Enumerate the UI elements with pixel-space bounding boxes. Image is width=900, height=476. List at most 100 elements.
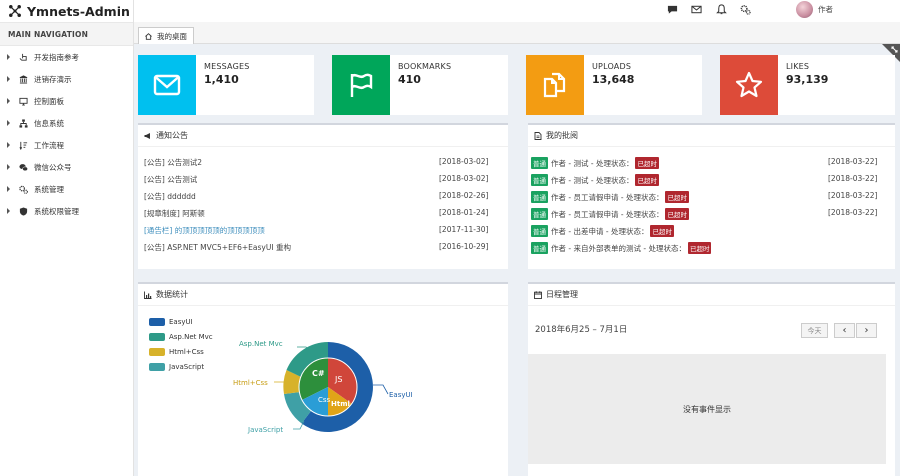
sidebar-item-inventory[interactable]: 进销存演示 [0, 68, 133, 90]
notice-item[interactable]: [公告] dddddd [144, 191, 196, 202]
sidebar-item-dev-guide[interactable]: 开发指南参考 [0, 46, 133, 68]
panel-header: 数据统计 [138, 284, 508, 306]
app-title: Ymnets-Admin [27, 3, 130, 19]
approval-text: 作者 - 员工请假申请 - 处理状态： [551, 209, 664, 219]
stat-icon-tile [332, 55, 390, 115]
flag-icon [350, 73, 373, 97]
caret-right-icon [7, 98, 10, 104]
pie-label-html: Html [331, 400, 350, 408]
notice-item[interactable]: [规章制度] 阿斯顿 [144, 208, 205, 219]
home-icon [145, 32, 152, 40]
legend-item[interactable]: Asp.Net Mvc [149, 333, 213, 341]
panel-title: 我的批阅 [546, 131, 578, 140]
today-button[interactable]: 今天 [801, 323, 828, 338]
legend-item[interactable]: Html+Css [149, 348, 204, 356]
prev-week-button[interactable]: ‹ [834, 323, 855, 338]
approval-panel: 我的批阅 普通 作者 - 测试 - 处理状态： 已超时 [2018-03-22]… [528, 123, 895, 269]
shield-icon [18, 206, 28, 216]
caret-right-icon [7, 54, 10, 60]
status-badge: 已超时 [665, 208, 689, 220]
sidebar-item-system-admin[interactable]: 系统管理 [0, 178, 133, 200]
priority-badge: 普通 [531, 242, 548, 254]
sidebar-item-label: 工作流程 [34, 140, 64, 150]
envelope-icon[interactable] [691, 4, 703, 16]
next-week-button[interactable]: › [856, 323, 877, 338]
caret-right-icon [7, 76, 10, 82]
approval-item[interactable]: 普通 作者 - 员工请假申请 - 处理状态： 已超时 [531, 191, 689, 203]
approval-text: 作者 - 测试 - 处理状态： [551, 158, 634, 168]
bank-icon [18, 74, 28, 84]
sidebar-item-dashboard[interactable]: 控制面板 [0, 90, 133, 112]
legend-item[interactable]: JavaScript [149, 363, 204, 371]
status-badge: 已超时 [635, 174, 659, 186]
panel-title: 数据统计 [156, 290, 188, 299]
sidebar-item-label: 系统管理 [34, 184, 64, 194]
stat-box-messages[interactable]: MESSAGES 1,410 [138, 55, 314, 115]
gears-icon [18, 184, 28, 194]
stat-box-bookmarks[interactable]: BOOKMARKS 410 [332, 55, 508, 115]
priority-badge: 普通 [531, 191, 548, 203]
donut-label-aspnet: Asp.Net Mvc [239, 340, 283, 348]
notice-item[interactable]: [公告] ASP.NET MVC5+EF6+EasyUI 重构 [144, 242, 291, 253]
legend-swatch [149, 363, 165, 371]
pie-label-csharp: C# [312, 369, 325, 378]
stat-icon-tile [138, 55, 196, 115]
approval-item[interactable]: 普通 作者 - 来自外部表单的测试 - 处理状态： 已超时 [531, 242, 712, 254]
tab-label: 我的桌面 [157, 31, 187, 41]
gears-icon[interactable] [740, 4, 752, 16]
panel-title: 日程管理 [546, 290, 578, 299]
main-content: MESSAGES 1,410 BOOKMARKS 410 UPLOADS 13,… [134, 44, 900, 476]
donut-label-easyui: EasyUI [389, 391, 413, 399]
bar-chart-icon [144, 291, 152, 299]
avatar[interactable] [796, 1, 813, 18]
desktop-icon [18, 96, 28, 106]
stat-value: 13,648 [592, 73, 635, 86]
sidebar-item-permission[interactable]: 系统权限管理 [0, 200, 133, 222]
file-edit-icon [534, 131, 542, 140]
caret-right-icon [7, 120, 10, 126]
sidebar-item-workflow[interactable]: 工作流程 [0, 134, 133, 156]
star-icon [735, 71, 763, 98]
legend-item[interactable]: EasyUI [149, 318, 193, 326]
notice-item[interactable]: [公告] 公告测试 [144, 174, 197, 185]
user-name[interactable]: 作者 [818, 4, 833, 15]
pie-label-js: JS [334, 375, 342, 384]
donut-label-javascript: JavaScript [247, 426, 283, 434]
approval-date: [2018-03-22] [828, 157, 878, 166]
stat-box-likes[interactable]: LIKES 93,139 [720, 55, 895, 115]
notice-date: [2017-11-30] [439, 225, 489, 234]
sidebar-item-label: 进销存演示 [34, 74, 72, 84]
legend-swatch [149, 333, 165, 341]
sidebar-item-label: 系统权限管理 [34, 206, 79, 216]
legend-label: Html+Css [169, 348, 204, 356]
wechat-icon [18, 162, 28, 172]
sidebar: Ymnets-Admin MAIN NAVIGATION 开发指南参考 进销存演… [0, 0, 134, 476]
approval-item[interactable]: 普通 作者 - 出差申请 - 处理状态： 已超时 [531, 225, 674, 237]
tech-donut-chart[interactable]: JS C# Css Html EasyUI Asp.Net Mvc Html+C… [218, 334, 438, 444]
stat-value: 410 [398, 73, 421, 86]
approval-date: [2018-03-22] [828, 174, 878, 183]
panel-header: 通知公告 [138, 125, 508, 147]
panel-title: 通知公告 [156, 131, 188, 140]
status-badge: 已超时 [635, 157, 659, 169]
hand-pointer-icon [18, 52, 28, 62]
approval-item[interactable]: 普通 作者 - 测试 - 处理状态： 已超时 [531, 174, 659, 186]
status-badge: 已超时 [650, 225, 674, 237]
notice-item[interactable]: [公告] 公告测试2 [144, 157, 202, 168]
notice-item[interactable]: [通告栏] 的顶顶顶顶顶的顶顶顶顶顶 [144, 225, 265, 236]
stat-box-uploads[interactable]: UPLOADS 13,648 [526, 55, 702, 115]
notice-date: [2018-03-02] [439, 174, 489, 183]
files-icon [543, 72, 566, 98]
approval-text: 作者 - 测试 - 处理状态： [551, 175, 634, 185]
sidebar-item-label: 微信公众号 [34, 162, 72, 172]
sidebar-item-info-system[interactable]: 信息系统 [0, 112, 133, 134]
approval-text: 作者 - 出差申请 - 处理状态： [551, 226, 649, 236]
approval-item[interactable]: 普通 作者 - 员工请假申请 - 处理状态： 已超时 [531, 208, 689, 220]
bullhorn-icon [144, 132, 150, 139]
bell-icon[interactable] [716, 4, 728, 16]
chat-icon[interactable] [667, 4, 679, 16]
sidebar-item-wechat[interactable]: 微信公众号 [0, 156, 133, 178]
app-logo[interactable]: Ymnets-Admin [0, 0, 133, 22]
tab-my-desktop[interactable]: 我的桌面 [138, 27, 194, 44]
approval-item[interactable]: 普通 作者 - 测试 - 处理状态： 已超时 [531, 157, 659, 169]
